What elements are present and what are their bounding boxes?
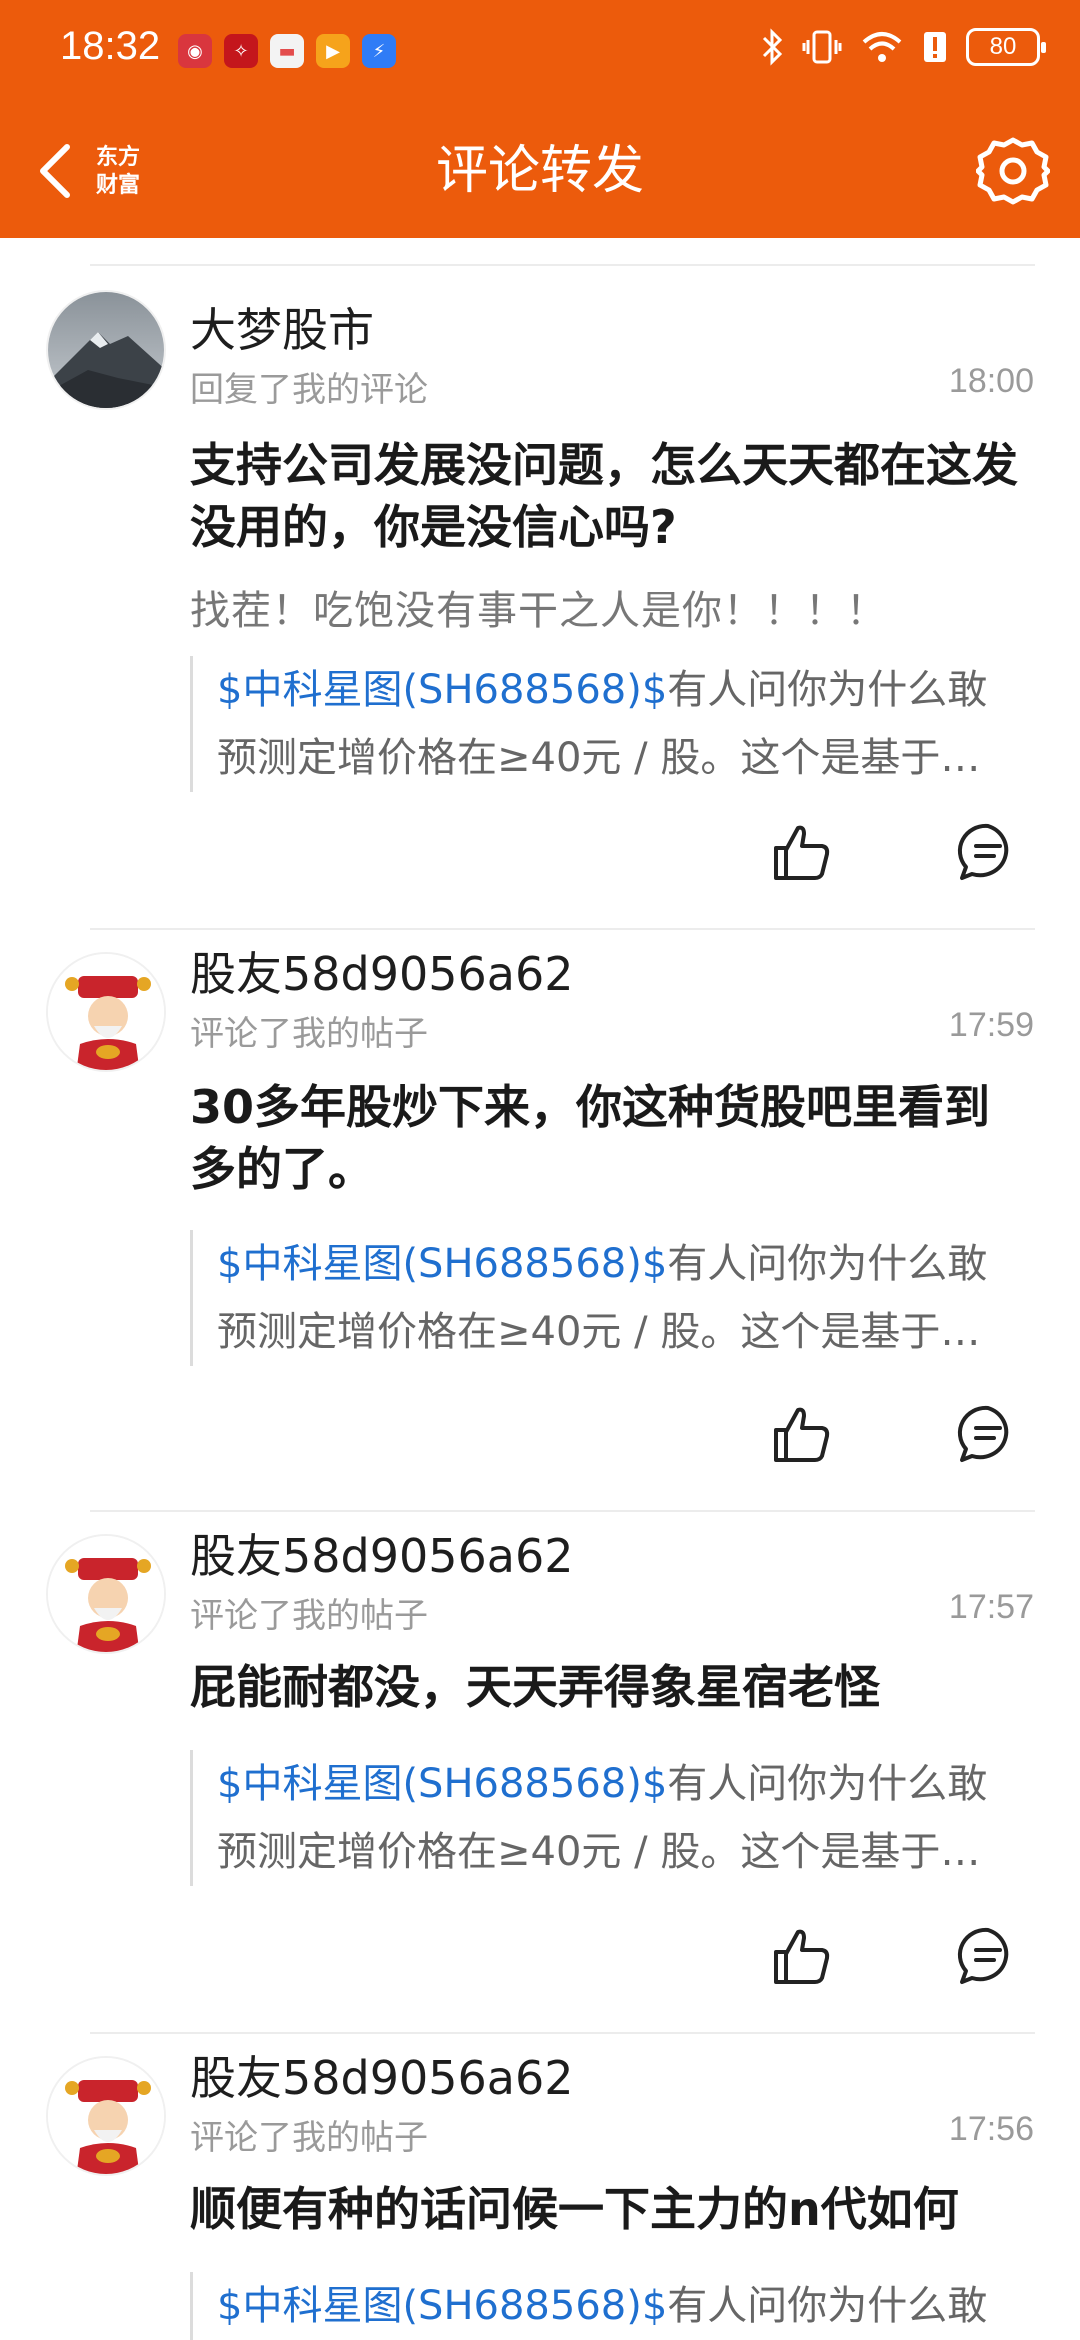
quote-text: 有人问你为什么敢 [667,1761,988,1807]
username[interactable]: 股友58d9056a62 [190,938,574,1004]
timestamp: 18:00 [948,362,1034,400]
speech-bubble-icon [957,823,1009,880]
comment-text[interactable]: 30多年股炒下来，你这种货股吧里看到多的了。 [190,1076,1030,1200]
username[interactable]: 股友58d9056a62 [190,1520,574,1586]
battery-indicator: 80 [966,28,1046,66]
back-button[interactable] [20,136,90,206]
reply-button[interactable] [956,1924,1020,1988]
divider [90,264,1035,266]
avatar[interactable] [46,2056,166,2176]
chevron-left-icon [40,144,70,198]
avatar-fortune-god-image [48,954,164,1070]
quote-line-2: 预测定增价格在≥40元 / 股。这个是基于… [217,1309,981,1355]
thumbs-up-icon [774,1407,830,1462]
username[interactable]: 股友58d9056a62 [190,2042,574,2108]
quote-line-2: 预测定增价格在≥40元 / 股。这个是基于… [217,1829,981,1875]
app-header: 18:32 ◉ ✧ ▬ ▶ ⚡ 80 评论转发 东方 财富 [0,0,1080,238]
avatar[interactable] [46,290,166,410]
like-button[interactable] [770,1924,834,1988]
quote-line: $中科星图(SH688568)$有人问你为什么敢 [217,1750,1020,1818]
reply-button[interactable] [956,1402,1020,1466]
like-button[interactable] [770,820,834,884]
settings-button[interactable] [975,134,1051,208]
quoted-post[interactable]: $中科星图(SH688568)$有人问你为什么敢 预测定增价格在≥40元 / 股… [190,656,1020,792]
avatar-fortune-god-image [48,1536,164,1652]
brand-logo: 东方 财富 [84,140,152,204]
action-text: 评论了我的帖子 [190,2118,428,2158]
reply-button[interactable] [956,820,1020,884]
status-time: 18:32 [60,24,161,68]
quote-line: $中科星图(SH688568)$有人问你为什么敢 [217,2272,1020,2340]
quoted-post[interactable]: $中科星图(SH688568)$有人问你为什么敢 预测定增价格在≥40元 / 股… [190,1230,1020,1366]
notification-icons: ◉ ✧ ▬ ▶ ⚡ [178,34,396,68]
app-notification-icon: ◉ [178,34,212,68]
app-notification-icon: ✧ [224,34,258,68]
timestamp: 17:59 [948,1006,1034,1044]
thumbs-up-icon [774,825,830,880]
quote-line: $中科星图(SH688568)$有人问你为什么敢 [217,1230,1020,1298]
quote-line-2: 预测定增价格在≥40元 / 股。这个是基于… [217,735,981,781]
stock-link[interactable]: $中科星图(SH688568)$ [217,667,667,713]
wifi-icon [862,32,902,62]
action-text: 评论了我的帖子 [190,1014,428,1054]
avatar[interactable] [46,952,166,1072]
alert-icon [924,32,946,62]
avatar-fortune-god-image [48,2058,164,2174]
comment-text[interactable]: 顺便有种的话问候一下主力的n代如何 [190,2178,1030,2240]
app-notification-icon: ▶ [316,34,350,68]
gear-icon [975,137,1051,205]
quote-line: $中科星图(SH688568)$有人问你为什么敢 [217,656,1020,724]
action-text: 评论了我的帖子 [190,1596,428,1636]
like-button[interactable] [770,1402,834,1466]
divider [90,928,1035,930]
speech-bubble-icon [957,1927,1009,1984]
speech-bubble-icon [957,1405,1009,1462]
timestamp: 17:56 [948,2110,1034,2148]
stock-link[interactable]: $中科星图(SH688568)$ [217,1761,667,1807]
avatar-mountain-image [48,292,164,408]
quoted-post[interactable]: $中科星图(SH688568)$有人问你为什么敢 预测定增价格在≥40元 / 股… [190,1750,1020,1886]
bluetooth-icon [762,28,783,66]
quoted-post[interactable]: $中科星图(SH688568)$有人问你为什么敢 [190,2272,1020,2340]
notification-list[interactable]: 大梦股市 回复了我的评论 18:00 支持公司发展没问题，怎么天天都在这发没用的… [0,238,1080,2340]
quote-text: 有人问你为什么敢 [667,2283,988,2329]
brand-logo-line2: 财富 [95,173,140,198]
quote-text: 有人问你为什么敢 [667,667,988,713]
status-bar: 18:32 ◉ ✧ ▬ ▶ ⚡ 80 [0,0,1080,104]
system-status-icons: 80 [760,28,1046,66]
title-bar: 评论转发 东方 财富 [0,104,1080,238]
avatar[interactable] [46,1534,166,1654]
comment-text[interactable]: 支持公司发展没问题，怎么天天都在这发没用的，你是没信心吗? [190,434,1030,558]
comment-text[interactable]: 屁能耐都没，天天弄得象星宿老怪 [190,1656,1030,1718]
stock-link[interactable]: $中科星图(SH688568)$ [217,2283,667,2329]
page-title: 评论转发 [435,141,644,201]
thumbs-up-icon [774,1929,830,1984]
brand-logo-line1: 东方 [95,145,140,170]
app-notification-icon: ▬ [270,34,304,68]
quote-text: 有人问你为什么敢 [667,1241,988,1287]
action-text: 回复了我的评论 [190,370,428,410]
app-notification-icon: ⚡ [362,34,396,68]
stock-link[interactable]: $中科星图(SH688568)$ [217,1241,667,1287]
reply-text: 找茬！吃饱没有事干之人是你！！！！ [190,588,887,634]
vibrate-icon [802,30,842,64]
divider [90,2032,1035,2034]
timestamp: 17:57 [948,1588,1034,1626]
divider [90,1510,1035,1512]
username[interactable]: 大梦股市 [190,294,374,360]
